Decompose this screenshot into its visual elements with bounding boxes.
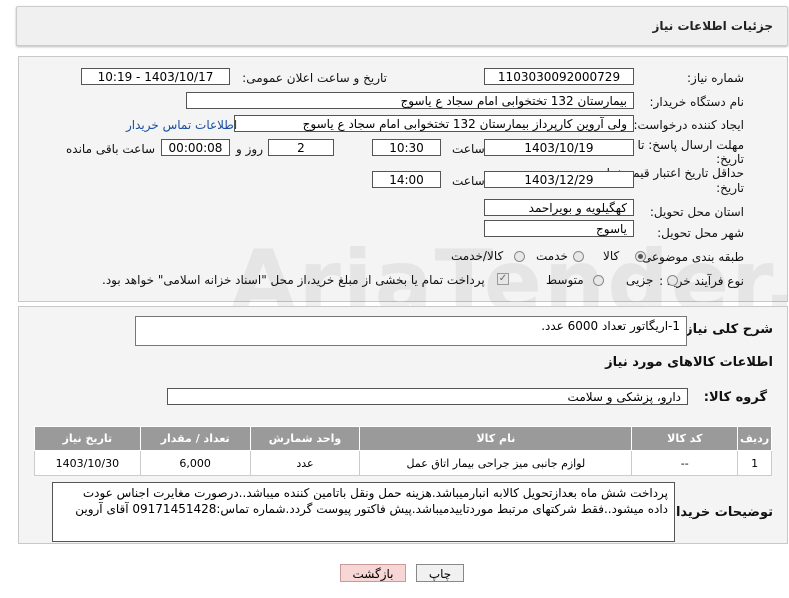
category-goods-service-radio[interactable] — [514, 251, 525, 262]
cell-qty: 6,000 — [139, 450, 251, 476]
cell-date: 1403/10/30 — [34, 450, 141, 476]
deadline-label: مهلت ارسال پاسخ: تا — [637, 138, 744, 152]
category-label: طبقه بندی موضوعی: — [637, 250, 744, 264]
table-row: 1 -- لوازم جانبی میز جراحی بیمار اتاق عم… — [34, 450, 772, 476]
goods-info-title: اطلاعات کالاهای مورد نیاز — [605, 355, 773, 370]
validity-time-label: ساعت — [452, 174, 485, 188]
goods-table: ردیف کد کالا نام کالا واحد شمارش تعداد /… — [34, 426, 772, 476]
cell-row: 1 — [737, 450, 772, 476]
summary-field: 1-اریگاتور تعداد 6000 عدد. — [135, 316, 687, 346]
buyer-org-field: بیمارستان 132 تختخوابی امام سجاد ع یاسوج — [186, 92, 634, 109]
announce-date-label: تاریخ و ساعت اعلان عمومی: — [242, 71, 387, 85]
creator-label: ایجاد کننده درخواست: — [633, 118, 744, 132]
buyer-notes-field: پرداخت شش ماه بعدازتحویل کالابه انبارمیب… — [52, 482, 675, 542]
back-button[interactable]: بازگشت — [340, 564, 406, 582]
process-medium-label: متوسط — [546, 273, 584, 287]
buyer-org-label: نام دستگاه خریدار: — [649, 95, 745, 109]
need-number-label: شماره نیاز: — [687, 71, 744, 85]
province-label: استان محل تحویل: — [649, 205, 744, 219]
treasury-payment-checkbox[interactable]: ✓ — [497, 273, 509, 285]
col-unit: واحد شمارش — [249, 426, 361, 451]
treasury-payment-note: پرداخت تمام یا بخشی از مبلغ خرید،از محل … — [102, 273, 485, 287]
announce-date-field: 1403/10/17 - 10:19 — [81, 68, 230, 85]
deadline-date-sublabel: تاریخ: — [716, 152, 744, 166]
category-goods-service-label: کالا/خدمت — [451, 249, 504, 263]
remaining-time-field: 00:00:08 — [161, 139, 230, 156]
col-qty: تعداد / مقدار — [139, 426, 251, 451]
col-row: ردیف — [737, 426, 772, 451]
deadline-time-field: 10:30 — [372, 139, 441, 156]
province-field: کهگیلویه و بویراحمد — [484, 199, 634, 216]
category-service-radio[interactable] — [573, 251, 584, 262]
remaining-label: ساعت باقی مانده — [66, 142, 156, 156]
goods-group-label: گروه کالا: — [703, 390, 767, 405]
process-medium-radio[interactable] — [593, 275, 604, 286]
cell-name: لوازم جانبی میز جراحی بیمار اتاق عمل — [359, 450, 633, 476]
remaining-days-field: 2 — [268, 139, 334, 156]
col-date: تاریخ نیاز — [34, 426, 141, 451]
process-minor-radio[interactable] — [667, 275, 678, 286]
validity-date-field: 1403/12/29 — [484, 171, 634, 188]
deadline-time-label: ساعت — [452, 142, 485, 156]
cell-code: -- — [631, 450, 739, 476]
print-button[interactable]: چاپ — [416, 564, 464, 582]
category-service-label: خدمت — [536, 249, 568, 263]
creator-field: ولی آروین کارپرداز بیمارستان 132 تختخواب… — [234, 115, 634, 132]
col-name: نام کالا — [359, 426, 633, 451]
deadline-date-field: 1403/10/19 — [484, 139, 634, 156]
days-label: روز و — [236, 142, 263, 156]
buyer-contact-link[interactable]: اطلاعات تماس خریدار — [126, 118, 237, 132]
summary-label: شرح کلی نیاز: — [679, 322, 773, 337]
process-minor-label: جزیی — [626, 273, 654, 287]
need-number-field: 1103030092000729 — [484, 68, 634, 85]
col-code: کد کالا — [631, 426, 739, 451]
buyer-notes-label: توضیحات خریدار: — [663, 505, 773, 520]
city-label: شهر محل تحویل: — [657, 226, 744, 240]
category-goods-label: کالا — [603, 249, 620, 263]
validity-date-sublabel: تاریخ: — [716, 181, 744, 195]
goods-group-field: دارو، پزشکی و سلامت — [167, 388, 688, 405]
city-field: یاسوج — [484, 220, 634, 237]
cell-unit: عدد — [249, 450, 361, 476]
page-header: جزئیات اطلاعات نیاز — [16, 6, 788, 46]
validity-time-field: 14:00 — [372, 171, 441, 188]
category-goods-radio[interactable] — [635, 251, 646, 262]
page-title: جزئیات اطلاعات نیاز — [652, 19, 773, 33]
